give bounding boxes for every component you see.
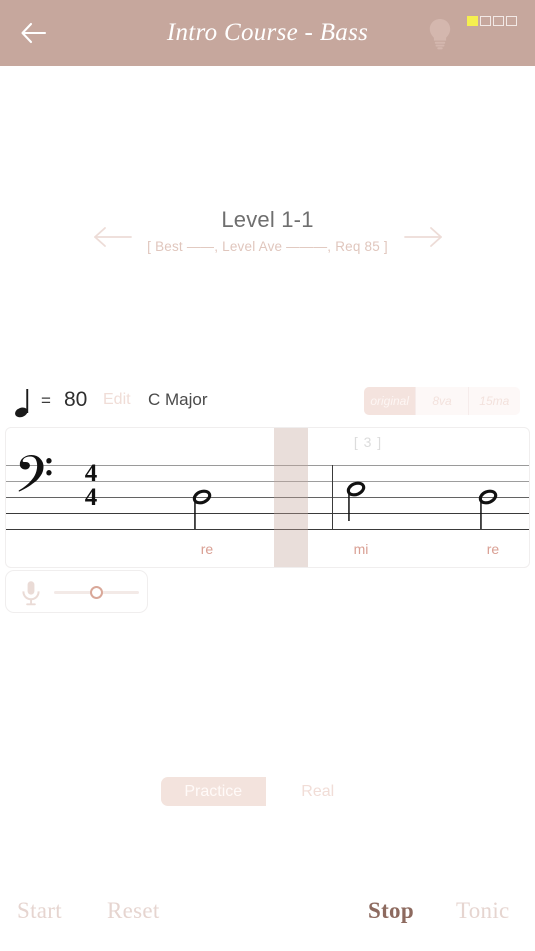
app-header: Intro Course - Bass [0, 0, 535, 66]
note-label: mi [353, 541, 369, 557]
note-head[interactable] [344, 464, 370, 524]
microphone-icon[interactable] [19, 580, 43, 606]
staff-line [6, 529, 529, 530]
previous-level-button[interactable] [92, 222, 134, 252]
note-label: re [200, 541, 214, 557]
time-signature-numerator: 4 [84, 460, 98, 487]
next-level-button[interactable] [402, 222, 444, 252]
quarter-note-icon [14, 386, 36, 420]
tempo-row: = 80 Edit C Major original 8va 15ma [0, 386, 535, 422]
tempo-bpm-value[interactable]: 80 [64, 388, 87, 412]
progress-meter [467, 16, 517, 26]
progress-segment [506, 16, 517, 26]
progress-segment [467, 16, 478, 26]
microphone-panel [5, 570, 148, 613]
time-signature: 4 4 [78, 460, 104, 511]
progress-segment [493, 16, 504, 26]
barline [332, 465, 334, 530]
reset-button[interactable]: Reset [107, 898, 160, 924]
level-selector: Level 1-1 [ Best ——, Level Ave ———, Req … [0, 206, 535, 268]
transport-controls: Start Reset Stop Tonic [0, 898, 535, 942]
note-head[interactable] [190, 472, 216, 532]
lightbulb-icon[interactable] [425, 17, 455, 50]
octave-option-15ma[interactable]: 15ma [469, 387, 520, 415]
tempo-equals: = [41, 391, 51, 410]
tonic-button[interactable]: Tonic [456, 898, 510, 924]
staff-line [6, 513, 529, 514]
bass-clef-icon: 𝄢 [14, 444, 54, 517]
stop-button[interactable]: Stop [368, 898, 414, 924]
mode-option-real[interactable]: Real [266, 777, 371, 806]
note-head[interactable] [476, 472, 502, 532]
level-stats: [ Best ——, Level Ave ———, Req 85 ] [147, 239, 388, 254]
octave-option-original[interactable]: original [364, 387, 417, 415]
microphone-gain-slider[interactable] [54, 585, 139, 599]
measure-number: [ 3 ] [353, 434, 383, 450]
octave-option-8va[interactable]: 8va [416, 387, 469, 415]
mode-option-practice[interactable]: Practice [161, 777, 266, 806]
time-signature-denominator: 4 [84, 484, 98, 511]
tempo-edit-button[interactable]: Edit [103, 391, 131, 409]
key-signature-label[interactable]: C Major [148, 390, 208, 410]
level-title: Level 1-1 [221, 207, 314, 232]
note-label: re [486, 541, 500, 557]
mode-toggle[interactable]: Practice Real [161, 777, 370, 806]
start-button[interactable]: Start [17, 898, 62, 924]
music-staff[interactable]: 𝄢 4 4 [ 3 ] re mi re [5, 427, 530, 568]
progress-segment [480, 16, 491, 26]
back-button[interactable] [19, 18, 49, 48]
slider-handle[interactable] [90, 585, 103, 599]
octave-toggle[interactable]: original 8va 15ma [364, 387, 520, 415]
